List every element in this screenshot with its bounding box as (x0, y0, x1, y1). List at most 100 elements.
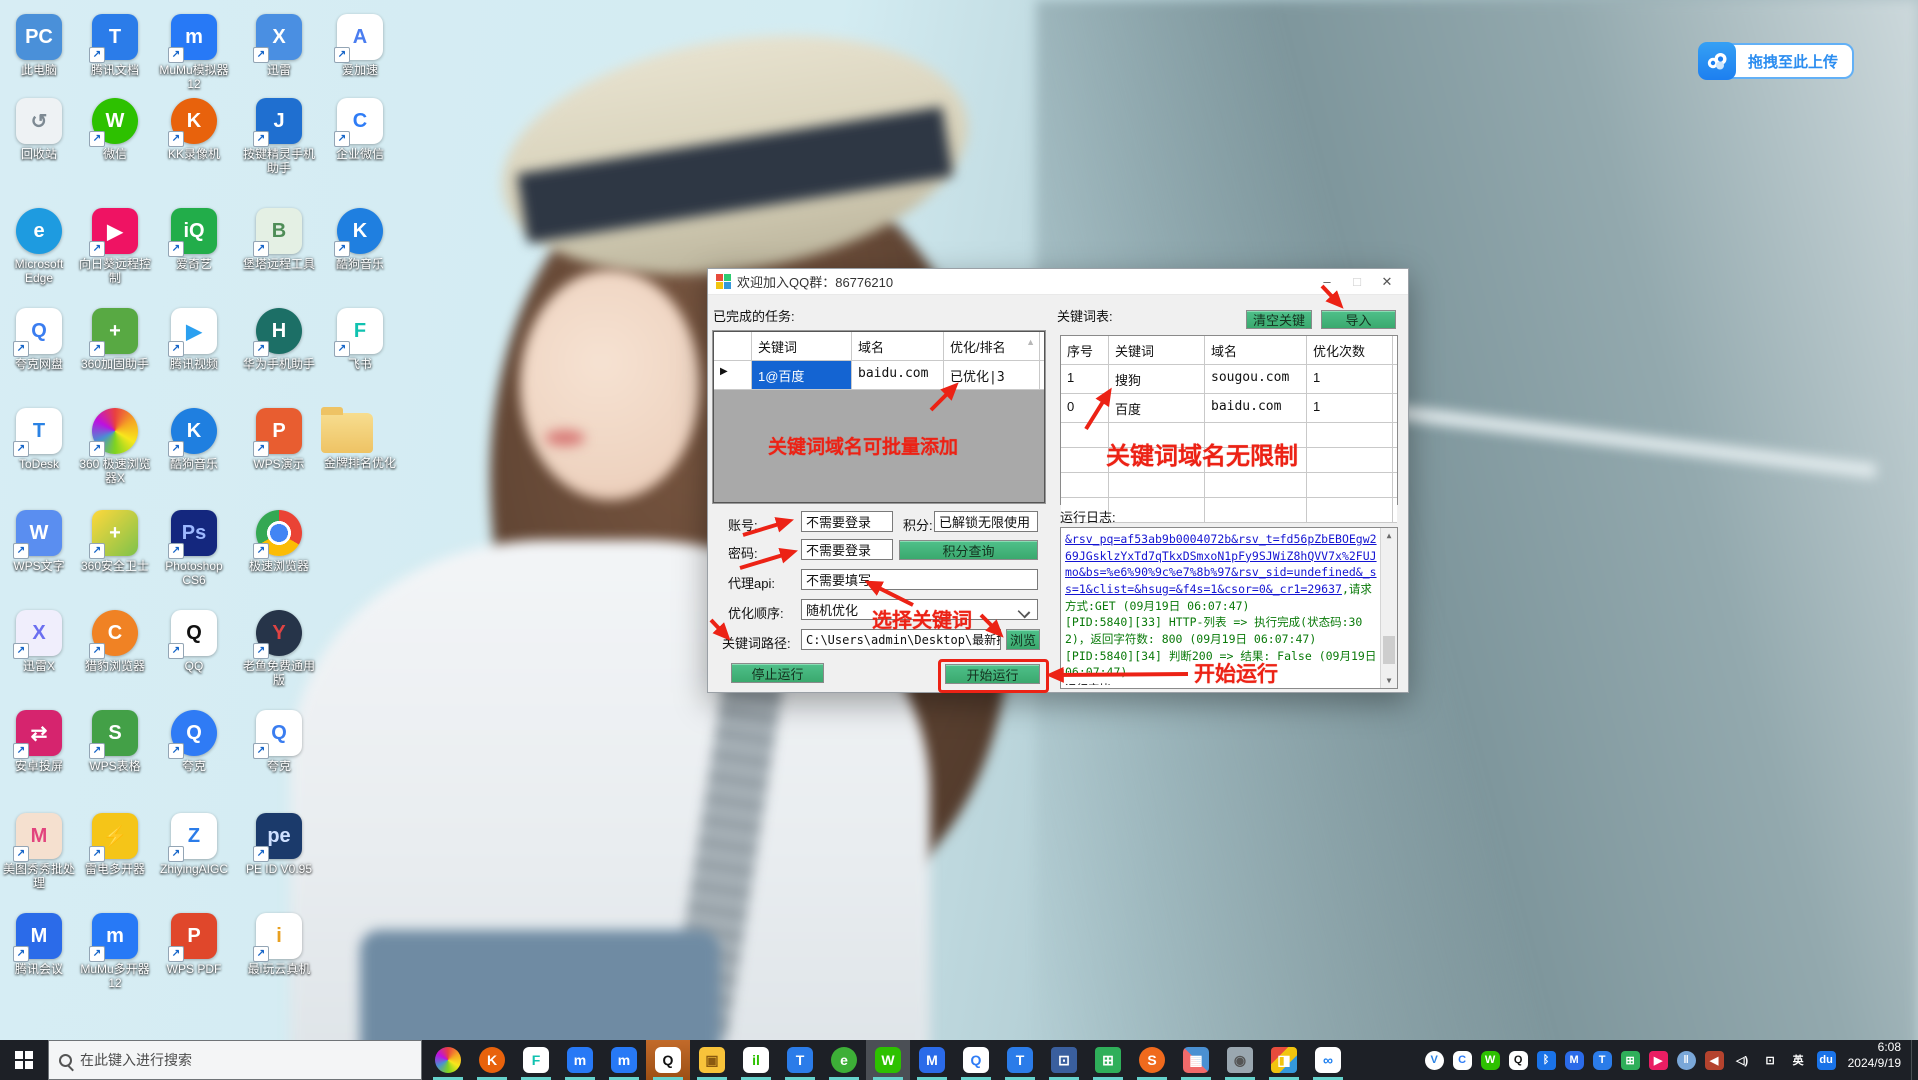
desktop-icon-ToDesk[interactable]: T↗ToDesk (0, 408, 78, 471)
keyword-row[interactable]: 0百度baidu.com1 (1061, 394, 1397, 423)
desktop-icon-极速浏览器[interactable]: ↗极速浏览器 (240, 510, 318, 573)
desktop-icon-爱奇艺[interactable]: iQ↗爱奇艺 (155, 208, 233, 271)
desktop-icon-企业微信[interactable]: C↗企业微信 (321, 98, 399, 161)
tencent-meeting-taskbar-button[interactable]: M (910, 1040, 954, 1080)
taskbar-clock[interactable]: 6:08 2024/9/19 (1844, 1040, 1911, 1080)
360-browser-taskbar-button[interactable] (426, 1040, 470, 1080)
tencent-meeting-tray-icon[interactable]: M (1565, 1051, 1584, 1070)
completed-tasks-table[interactable]: 关键词域名优化/排名▲▶1@百度baidu.com已优化|3 (713, 331, 1045, 503)
password-field[interactable]: 不需要登录 (801, 539, 893, 560)
score-field[interactable]: 已解锁无限使用 (934, 511, 1038, 532)
volume-icon[interactable]: ◁) (1733, 1051, 1752, 1070)
tencent-docs-mini-taskbar-button[interactable]: il (734, 1040, 778, 1080)
sogou-browser-taskbar-button[interactable]: S (1130, 1040, 1174, 1080)
password-lock-taskbar-button[interactable]: ◉ (1218, 1040, 1262, 1080)
desktop-icon-夸克网盘[interactable]: Q↗夸克网盘 (0, 308, 78, 371)
column-header[interactable]: 关键词 (752, 332, 852, 360)
browse-button[interactable]: 浏览 (1006, 629, 1040, 650)
bluetooth-icon[interactable]: ᛒ (1537, 1051, 1556, 1070)
column-header[interactable]: 优化次数 (1307, 336, 1393, 364)
column-header[interactable]: 域名 (1205, 336, 1307, 364)
desktop-icon-PE ID V0.95[interactable]: pe↗PE ID V0.95 (240, 813, 318, 876)
proxy-api-field[interactable]: 不需要填写 (801, 569, 1038, 590)
taskbar-search[interactable]: 在此键入进行搜索 (48, 1040, 422, 1080)
account-field[interactable]: 不需要登录 (801, 511, 893, 532)
wechat-taskbar-button[interactable]: W (866, 1040, 910, 1080)
desktop-icon-回收站[interactable]: ↺回收站 (0, 98, 78, 161)
desktop-icon-此电脑[interactable]: PC此电脑 (0, 14, 78, 77)
drag-upload-button[interactable]: 拖拽至此上传 (1698, 42, 1854, 80)
desktop-icon-360加固助手[interactable]: +↗360加固助手 (76, 308, 154, 371)
blocks-app-taskbar-button[interactable]: ◨ (1262, 1040, 1306, 1080)
desktop-icon-迅雷[interactable]: X↗迅雷 (240, 14, 318, 77)
minimize-button[interactable]: – (1312, 274, 1342, 289)
desktop-icon-MuMu多开器12[interactable]: m↗MuMu多开器12 (76, 913, 154, 991)
desktop-icon-向日葵远程控制[interactable]: ▶↗向日葵远程控制 (76, 208, 154, 286)
desktop-icon-酷狗音乐[interactable]: K↗酷狗音乐 (321, 208, 399, 271)
remote-desktop-taskbar-button[interactable]: ⊡ (1042, 1040, 1086, 1080)
table-cell[interactable]: 百度 (1109, 394, 1205, 422)
scroll-down-icon[interactable]: ▼ (1381, 673, 1397, 688)
desktop-icon-WPS表格[interactable]: S↗WPS表格 (76, 710, 154, 773)
start-button[interactable] (0, 1040, 48, 1080)
hivision-icon[interactable]: ▶ (1649, 1051, 1668, 1070)
ime-lang-indicator[interactable]: 英 (1789, 1051, 1808, 1070)
desktop-icon-爱加速[interactable]: A↗爱加速 (321, 14, 399, 77)
desktop-icon-最i玩云真机[interactable]: i↗最i玩云真机 (240, 913, 318, 976)
desktop-icon-MuMu模拟器12[interactable]: m↗MuMu模拟器12 (155, 14, 233, 92)
network-icon[interactable]: ⊡ (1761, 1051, 1780, 1070)
desktop-icon-华为手机助手[interactable]: H↗华为手机助手 (240, 308, 318, 371)
log-request-url[interactable]: &rsv_pq=af53ab9b0004072b&rsv_t=fd56pZbEB… (1065, 532, 1377, 596)
mumu-emulator-taskbar-button[interactable]: m (558, 1040, 602, 1080)
column-header[interactable]: 域名 (852, 332, 944, 360)
screen-cast-icon[interactable]: ⊞ (1621, 1051, 1640, 1070)
table-cell[interactable]: 1 (1061, 365, 1109, 393)
column-header[interactable]: 优化/排名▲ (944, 332, 1040, 360)
column-header[interactable]: 序号 (1061, 336, 1109, 364)
show-desktop-button[interactable] (1911, 1040, 1918, 1080)
window-titlebar[interactable]: 欢迎加入QQ群：86776210 – □ ✕ (708, 269, 1408, 295)
desktop-icon-腾讯视频[interactable]: ▶↗腾讯视频 (155, 308, 233, 371)
clear-keywords-button[interactable]: 清空关键 (1246, 310, 1312, 329)
desktop-icon-金牌排名优化[interactable]: 金牌排名优化 (321, 408, 399, 470)
desktop-icon-360 极速浏览器X[interactable]: ↗360 极速浏览器X (76, 408, 154, 486)
tencent-docs-taskbar-button[interactable]: T (778, 1040, 822, 1080)
table-cell[interactable]: 搜狗 (1109, 365, 1205, 393)
desktop-icon-美图秀秀批处理[interactable]: M↗美图秀秀批处理 (0, 813, 78, 891)
baidu-netdisk-taskbar-button[interactable]: ∞ (1306, 1040, 1350, 1080)
todesk-tray-icon[interactable]: V (1425, 1051, 1444, 1070)
table-cell[interactable]: 已优化|3 (944, 361, 1040, 389)
table-cell[interactable]: baidu.com (1205, 394, 1307, 422)
tencent-docs-2-taskbar-button[interactable]: T (998, 1040, 1042, 1080)
table-cell[interactable]: 1 (1307, 394, 1393, 422)
desktop-icon-雷电多开器[interactable]: ⚡↗雷电多开器 (76, 813, 154, 876)
kk-recorder-taskbar-button[interactable]: K (470, 1040, 514, 1080)
table-cell[interactable]: 1@百度 (752, 361, 852, 389)
desktop-icon-WPS演示[interactable]: P↗WPS演示 (240, 408, 318, 471)
desktop-icon-飞书[interactable]: F↗飞书 (321, 308, 399, 371)
wecom-tray-icon[interactable]: C (1453, 1051, 1472, 1070)
wecom-taskbar-button[interactable]: Q (954, 1040, 998, 1080)
scroll-thumb[interactable] (1383, 636, 1395, 664)
file-explorer-taskbar-button[interactable]: ▣ (690, 1040, 734, 1080)
table-cell[interactable]: baidu.com (852, 361, 944, 389)
baidu-ime-icon[interactable]: du (1817, 1051, 1836, 1070)
desktop-icon-Photoshop CS6[interactable]: Ps↗Photoshop CS6 (155, 510, 233, 588)
scroll-up-icon[interactable]: ▲ (1381, 528, 1397, 543)
desktop-icon-老鱼免费通用版[interactable]: Y↗老鱼免费通用版 (240, 610, 318, 688)
desktop-icon-KK录像机[interactable]: K↗KK录像机 (155, 98, 233, 161)
keyword-row[interactable]: 1搜狗sougou.com1 (1061, 365, 1397, 394)
stop-run-button[interactable]: 停止运行 (731, 663, 824, 683)
desktop-icon-腾讯文档[interactable]: T↗腾讯文档 (76, 14, 154, 77)
desktop-icon-猎豹浏览器[interactable]: C↗猎豹浏览器 (76, 610, 154, 673)
qq-taskbar-button[interactable]: Q (646, 1040, 690, 1080)
desktop-icon-夸克[interactable]: Q↗夸克 (155, 710, 233, 773)
desktop-icon-腾讯会议[interactable]: M↗腾讯会议 (0, 913, 78, 976)
feishu-taskbar-button[interactable]: F (514, 1040, 558, 1080)
wechat-tray-icon[interactable]: W (1481, 1051, 1500, 1070)
sunflower-remote-taskbar-button[interactable]: ▦ (1174, 1040, 1218, 1080)
desktop-icon-360安全卫士[interactable]: +↗360安全卫士 (76, 510, 154, 573)
keyword-table[interactable]: 序号关键词域名优化次数1搜狗sougou.com10百度baidu.com1 (1060, 335, 1398, 505)
desktop-icon-酷狗音乐[interactable]: K↗酷狗音乐 (155, 408, 233, 471)
table-row[interactable]: ▶1@百度baidu.com已优化|3 (714, 361, 1044, 390)
